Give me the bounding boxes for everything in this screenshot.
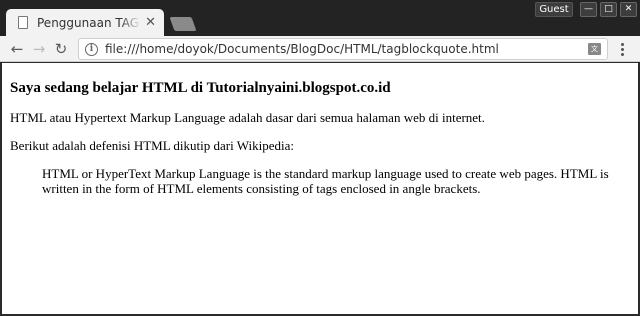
url-text[interactable]: file:///home/doyok/Documents/BlogDoc/HTM… [105, 42, 588, 56]
address-bar[interactable]: i file:///home/doyok/Documents/BlogDoc/H… [78, 38, 608, 60]
maximize-window-button[interactable]: □ [600, 2, 617, 17]
menu-icon[interactable] [618, 40, 626, 58]
forward-icon[interactable]: → [30, 39, 48, 59]
page-heading: Saya sedang belajar HTML di Tutorialnyai… [10, 80, 391, 96]
wikipedia-blockquote: HTML or HyperText Markup Language is the… [42, 166, 609, 196]
intro-paragraph: HTML atau Hypertext Markup Language adal… [10, 110, 485, 125]
page-content: Saya sedang belajar HTML di Tutorialnyai… [2, 63, 638, 314]
browser-toolbar: ← → ↻ i file:///home/doyok/Documents/Blo… [0, 36, 640, 62]
close-window-button[interactable]: ✕ [620, 2, 637, 17]
document-icon [18, 16, 28, 29]
browser-tab[interactable]: Penggunaan TAG blockquote ✕ [6, 9, 164, 36]
close-tab-icon[interactable]: ✕ [145, 16, 156, 29]
back-icon[interactable]: ← [8, 39, 26, 59]
reload-icon[interactable]: ↻ [52, 39, 70, 59]
guest-profile-button[interactable]: Guest [535, 2, 573, 17]
minimize-window-button[interactable]: — [580, 2, 597, 17]
title-bar: Penggunaan TAG blockquote ✕ Guest — □ ✕ [0, 0, 640, 36]
translate-icon[interactable]: 文 [588, 43, 601, 55]
definition-intro: Berikut adalah defenisi HTML dikutip dar… [10, 138, 294, 153]
tab-title: Penggunaan TAG blockquote [37, 15, 141, 30]
info-icon[interactable]: i [85, 42, 98, 56]
new-tab-button[interactable] [169, 17, 197, 31]
